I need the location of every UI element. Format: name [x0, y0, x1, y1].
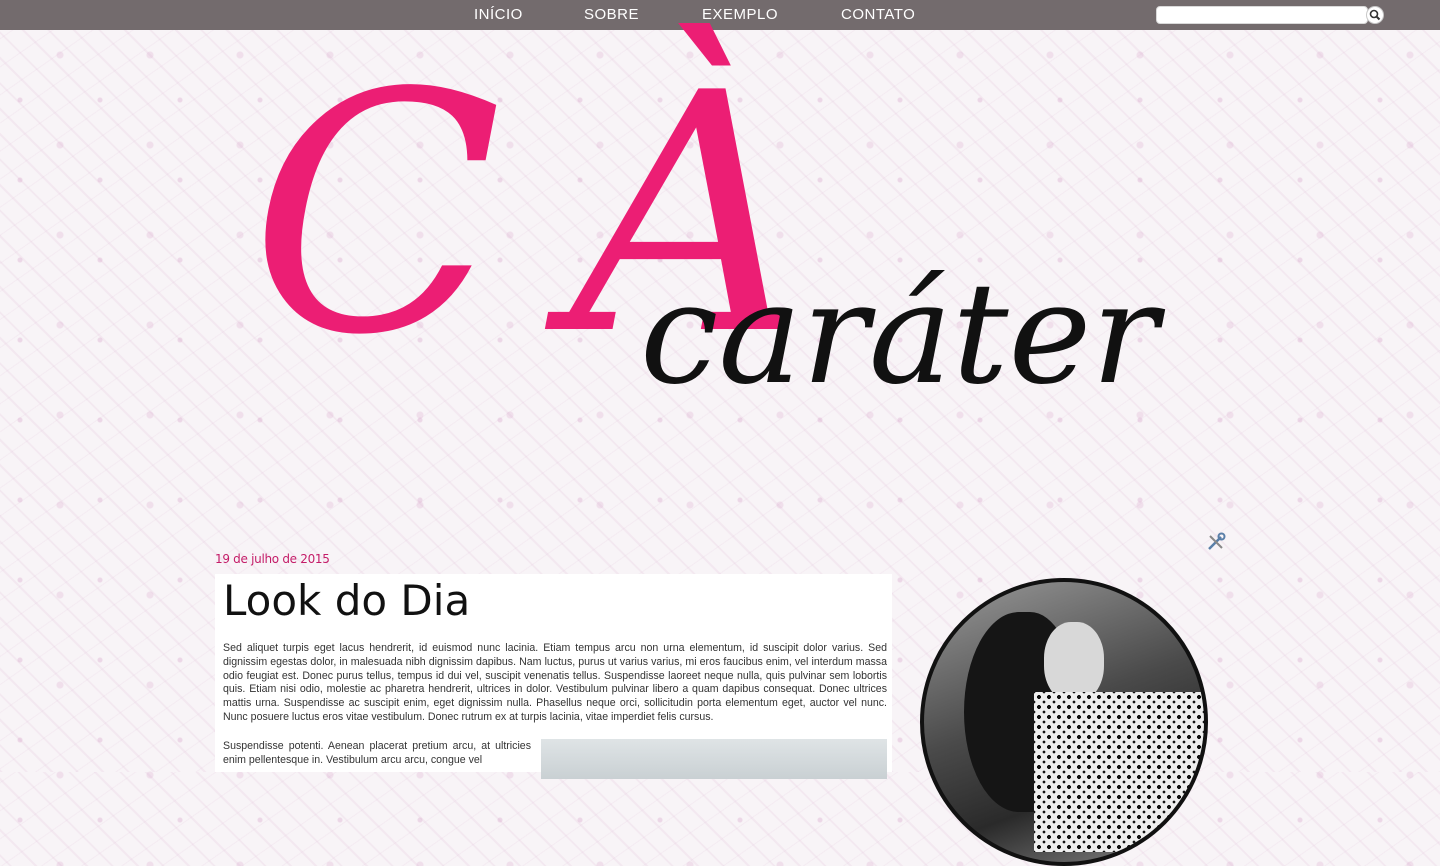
- search-button[interactable]: [1366, 6, 1384, 24]
- post-paragraph: Suspendisse potenti. Aenean placerat pre…: [223, 740, 531, 766]
- logo-letter-c: C: [250, 23, 503, 407]
- nav-item-contato[interactable]: CONTATO: [841, 0, 915, 30]
- sidebar-avatar: [920, 578, 1208, 866]
- post-paragraph: Sed aliquet turpis eget lacus hendrerit,…: [223, 642, 887, 723]
- avatar-face: [1044, 622, 1104, 702]
- search-input[interactable]: [1156, 6, 1368, 24]
- tools-icon[interactable]: [1206, 532, 1226, 552]
- logo-wordmark: caráter: [640, 253, 1159, 416]
- post-image: [541, 739, 887, 779]
- post-card: Look do Dia Sed aliquet turpis eget lacu…: [215, 574, 892, 779]
- avatar-dress: [1034, 692, 1204, 852]
- post-date: 19 de julho de 2015: [215, 552, 330, 566]
- post-title[interactable]: Look do Dia: [223, 576, 470, 625]
- blog-logo[interactable]: C À caráter: [250, 50, 1170, 460]
- search-icon: [1369, 9, 1381, 21]
